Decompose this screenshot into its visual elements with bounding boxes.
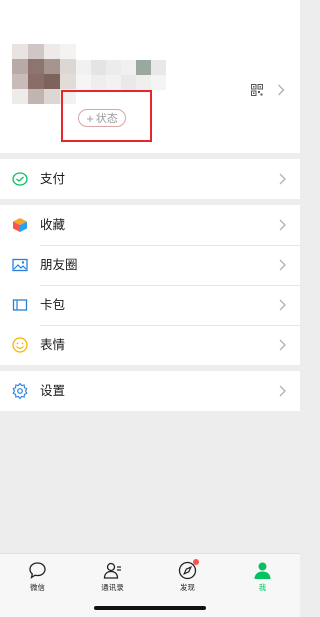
chevron-right-icon	[279, 339, 286, 351]
menu-item-cards[interactable]: 卡包	[0, 285, 300, 325]
chevron-right-icon	[279, 259, 286, 271]
card-wallet-icon	[12, 299, 28, 311]
tab-contacts[interactable]: 通讯录	[75, 554, 150, 602]
mosaic-pixel	[121, 60, 136, 75]
menu-item-stickers[interactable]: 表情	[0, 325, 300, 365]
chevron-right-icon	[279, 173, 286, 185]
mosaic-pixel	[44, 59, 60, 74]
mosaic-pixel	[60, 44, 76, 59]
notification-dot	[193, 559, 199, 565]
home-indicator	[94, 606, 206, 610]
settings-group: 设置	[0, 371, 300, 411]
mosaic-pixel	[136, 60, 151, 75]
mosaic-pixel	[44, 74, 60, 89]
menu-item-settings[interactable]: 设置	[0, 371, 300, 411]
mosaic-pixel	[12, 74, 28, 89]
cube-icon	[13, 218, 27, 232]
menu-item-moments[interactable]: 朋友圈	[0, 245, 300, 285]
add-status-button[interactable]: + 状态	[78, 109, 126, 127]
menu-item-favorites[interactable]: 收藏	[0, 205, 300, 245]
menu-label: 卡包	[40, 298, 66, 312]
plus-icon: +	[86, 110, 94, 126]
mosaic-pixel	[151, 75, 166, 90]
mosaic-pixel	[121, 75, 136, 90]
mosaic-pixel	[151, 60, 166, 75]
menu-label: 表情	[40, 338, 66, 352]
mosaic-pixel	[76, 60, 91, 75]
profile-header[interactable]: + 状态	[0, 0, 300, 153]
mosaic-pixel	[44, 89, 60, 104]
menu-label: 设置	[40, 384, 66, 398]
person-icon	[254, 562, 271, 579]
menu-label: 支付	[40, 172, 66, 186]
tab-chats[interactable]: 微信	[0, 554, 75, 602]
menu-item-pay[interactable]: 支付	[0, 159, 300, 199]
mosaic-pixel	[106, 75, 121, 90]
mosaic-pixel	[136, 75, 151, 90]
mosaic-pixel	[60, 59, 76, 74]
menu-label: 收藏	[40, 218, 66, 232]
chat-bubble-icon	[29, 562, 46, 579]
menu-label: 朋友圈	[40, 258, 78, 272]
mosaic-pixel	[28, 59, 44, 74]
status-label: 状态	[95, 113, 118, 125]
mosaic-pixel	[91, 75, 106, 90]
tab-label: 微信	[30, 583, 45, 592]
tab-label: 通讯录	[101, 583, 124, 592]
mosaic-pixel	[28, 74, 44, 89]
mosaic-pixel	[106, 60, 121, 75]
nickname-blurred	[76, 60, 166, 90]
mosaic-pixel	[28, 89, 44, 104]
qr-code-icon[interactable]	[251, 84, 263, 96]
features-group: 收藏 朋友圈 卡包 表情	[0, 205, 300, 365]
smiley-icon	[12, 337, 28, 353]
pay-group: 支付	[0, 159, 300, 199]
mosaic-pixel	[76, 75, 91, 90]
mosaic-pixel	[60, 74, 76, 89]
chevron-right-icon	[279, 219, 286, 231]
contacts-icon	[103, 562, 121, 579]
mosaic-pixel	[44, 44, 60, 59]
mosaic-pixel	[28, 44, 44, 59]
tab-me[interactable]: 我	[225, 554, 300, 602]
tab-label: 我	[258, 583, 267, 592]
mosaic-pixel	[12, 59, 28, 74]
tab-discover[interactable]: 发现	[150, 554, 225, 602]
bottom-tab-bar: 微信 通讯录 发现 我	[0, 553, 300, 617]
gear-icon	[12, 383, 28, 399]
wallet-icon	[12, 172, 28, 186]
chevron-right-icon[interactable]	[277, 84, 285, 96]
chevron-right-icon	[279, 385, 286, 397]
mosaic-pixel	[12, 44, 28, 59]
mosaic-pixel	[91, 60, 106, 75]
photo-icon	[12, 258, 28, 272]
mosaic-pixel	[12, 89, 28, 104]
chevron-right-icon	[279, 299, 286, 311]
tab-label: 发现	[180, 583, 195, 592]
